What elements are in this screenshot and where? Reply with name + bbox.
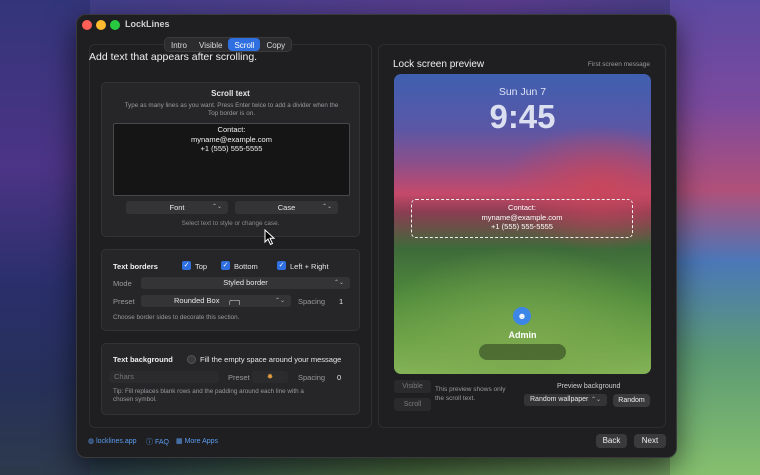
text-background-title: Text background [113,355,173,364]
tab-intro[interactable]: Intro [165,38,193,51]
chevron-updown-icon: ⌃⌄ [333,280,344,286]
preview-description-line: the scroll text. [435,394,476,402]
password-field-pill [479,344,566,360]
chevron-updown-icon: ⌃⌄ [274,298,285,304]
bottom-border-label: Bottom [234,262,258,271]
preview-title: Lock screen preview [393,59,485,70]
bg-spacing-label: Spacing [298,373,326,382]
case-dropdown-label: Case [277,203,296,212]
mode-label: Mode [113,279,132,288]
preview-visible-button[interactable]: Visible [394,380,431,393]
globe-icon: ◍ [88,438,95,445]
tab-copy[interactable]: Copy [260,38,291,51]
more-apps-label: More Apps [184,438,219,445]
preview-note: First screen message [587,61,650,68]
background-hint: Tip: Fill replaces blank rows and the pa… [113,388,304,404]
preset-value: Rounded Box [174,296,220,305]
faq-link[interactable]: ⓘ FAQ [146,437,169,447]
text-line: +1 (555) 555-5555 [200,144,263,153]
text-line: myname@example.com [191,134,272,144]
website-link-label: locklines.app [96,438,137,445]
borders-hint: Choose border sides to decorate this sec… [113,314,240,321]
more-apps-link[interactable]: ▦ More Apps [176,437,218,445]
preset-label: Preset [113,297,135,306]
window-title: LockLines [125,19,170,29]
spacing-value[interactable]: 1 [339,297,343,306]
bg-spacing-value[interactable]: 0 [337,373,341,382]
preview-background-dropdown[interactable]: Random wallpaper ⌃⌄ [524,394,607,406]
background-hint-line: chosen symbol. [113,396,157,403]
preview-description: This preview shows only the scroll text. [435,386,520,403]
chevron-updown-icon: ⌃⌄ [590,397,601,403]
random-button[interactable]: Random [613,394,650,407]
preview-message-box: Contact: myname@example.com +1 (555) 555… [411,199,633,238]
left-right-border-checkbox[interactable]: ✓ [277,261,286,270]
user-avatar-icon: ☻ [513,307,531,325]
fill-toggle[interactable] [187,355,196,364]
text-background-card: Text background Fill the empty space aro… [101,343,360,415]
back-button[interactable]: Back [596,434,627,448]
chevron-updown-icon: ⌃⌄ [211,204,222,210]
preview-user-name: Admin [508,330,537,340]
tab-visible[interactable]: Visible [193,38,228,51]
title-bar: LockLines [77,15,676,35]
preview-line: myname@example.com [481,212,563,222]
preview-date: Sun Jun 7 [498,86,547,98]
rounded-box-glyph-icon: ╭─╮ [227,296,242,305]
faq-link-label: FAQ [154,439,169,446]
top-border-label: Top [195,262,208,271]
mode-dropdown[interactable]: Styled border ⌃⌄ [141,277,350,289]
scroll-text-subtitle: Type as many lines as you want. Press En… [112,102,351,118]
next-button[interactable]: Next [634,434,666,448]
text-borders-card: Text borders ✓ Top ✓ Bottom ✓ Left + Rig… [101,249,360,331]
scroll-text-input[interactable]: Contact: myname@example.com +1 (555) 555… [113,123,350,196]
preview-line: Contact: [508,203,536,212]
tab-scroll[interactable]: Scroll [228,38,261,51]
chevron-updown-icon: ⌃⌄ [321,204,332,210]
scroll-text-subtitle-line: Top border is on. [208,110,255,117]
sparkle-icon: ✸ [266,372,274,381]
preview-background-value: Random wallpaper [530,396,589,403]
preset-dropdown[interactable]: Rounded Box ╭─╮ ⌃⌄ [141,295,291,307]
background-hint-line: Tip: Fill replaces blank rows and the pa… [113,388,304,395]
bg-preset-label: Preset [228,373,250,382]
left-right-border-label: Left + Right [290,262,329,271]
scroll-text-subtitle-line: Type as many lines as you want. Press En… [124,102,339,109]
bg-preset-picker[interactable]: ✸ [252,371,288,383]
apps-grid-icon: ▦ [176,438,183,445]
question-icon: ⓘ [146,439,153,446]
fill-label: Fill the empty space around your message [200,355,342,364]
scroll-text-title: Scroll text [211,89,250,98]
top-border-checkbox[interactable]: ✓ [182,261,191,270]
mouse-pointer-icon [264,229,276,246]
scroll-text-card: Scroll text Type as many lines as you wa… [101,82,360,237]
preview-scroll-button[interactable]: Scroll [394,398,431,411]
bottom-border-checkbox[interactable]: ✓ [221,261,230,270]
font-dropdown-label: Font [169,203,185,212]
chars-placeholder: Chars [114,372,135,381]
case-dropdown[interactable]: Case ⌃⌄ [235,201,338,214]
scroll-text-hint: Select text to style or change case. [181,220,280,227]
font-dropdown[interactable]: Font ⌃⌄ [126,201,228,214]
preview-description-line: This preview shows only [435,386,506,393]
minimize-window-button[interactable] [96,20,106,30]
preview-line: +1 (555) 555-5555 [491,222,553,231]
desktop-wallpaper-right [670,0,760,475]
page-heading: Add text that appears after scrolling. [89,51,258,63]
zoom-window-button[interactable] [110,20,120,30]
text-line: Contact: [217,125,246,134]
preview-background-label: Preview background [557,383,621,390]
text-borders-title: Text borders [113,262,158,271]
lock-screen-preview: Sun Jun 7 9:45 Contact: myname@example.c… [394,74,651,374]
spacing-label: Spacing [298,297,326,306]
mode-value: Styled border [223,278,268,287]
close-window-button[interactable] [82,20,92,30]
website-link[interactable]: ◍ locklines.app [88,437,137,445]
app-window: LockLines Intro Visible Scroll Copy Add … [76,14,677,458]
chars-input[interactable]: Chars [109,371,219,383]
tab-bar: Intro Visible Scroll Copy [164,37,293,52]
preview-time: 9:45 [489,98,556,135]
